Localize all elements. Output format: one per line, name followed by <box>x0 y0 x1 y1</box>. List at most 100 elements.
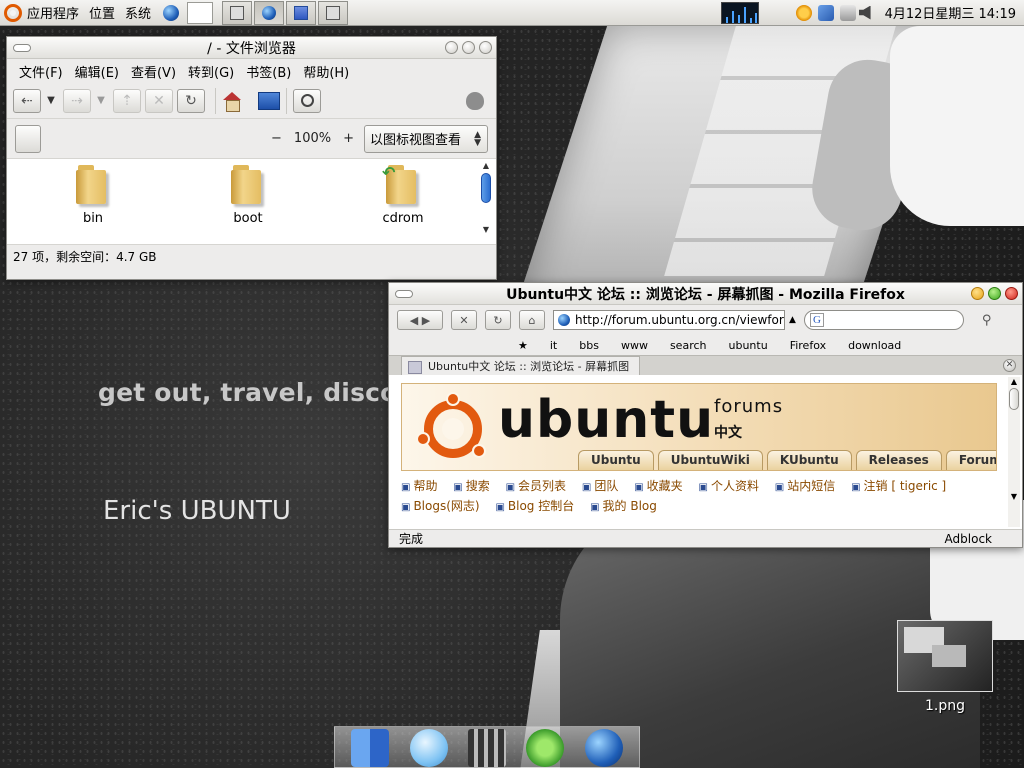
reload-button[interactable]: ↻ <box>485 310 511 330</box>
forward-history-dropdown[interactable]: ▼ <box>95 95 107 106</box>
computer-icon[interactable] <box>258 91 280 110</box>
tab-forum[interactable]: Ubuntu中文 论坛 :: 浏览论坛 - 屏幕抓图 <box>401 355 641 376</box>
zoom-out-button[interactable]: − <box>271 131 282 146</box>
menu-edit[interactable]: 编辑(E) <box>69 62 125 81</box>
home-button[interactable]: ⌂ <box>519 310 545 330</box>
maximize-button[interactable] <box>988 287 1001 300</box>
forward-button[interactable]: ⇢ <box>63 88 91 113</box>
link-memberlist[interactable]: 会员列表 <box>506 479 566 493</box>
file-item-bin[interactable]: bin <box>53 165 133 226</box>
bookmark-firefox[interactable]: Firefox <box>779 339 837 352</box>
bookmark-www[interactable]: www <box>610 339 659 352</box>
link-my-blog[interactable]: 我的 Blog <box>590 499 657 513</box>
stop-button[interactable]: ✕ <box>451 310 477 330</box>
link-messages[interactable]: 站内短信 <box>775 479 835 493</box>
close-button[interactable] <box>1005 287 1018 300</box>
adblock-status[interactable]: Adblock <box>945 532 992 546</box>
applications-menu[interactable]: 应用程序 <box>0 0 85 26</box>
bookmark-download[interactable]: download <box>837 339 912 352</box>
home-icon[interactable] <box>222 91 242 112</box>
link-profile[interactable]: 个人资料 <box>698 479 758 493</box>
minimize-button[interactable] <box>445 41 458 54</box>
search-engine-dropdown-icon[interactable]: ▲ <box>789 315 796 325</box>
bookmark-search[interactable]: search <box>659 339 718 352</box>
back-forward-button[interactable]: ◀ ▶ <box>397 310 443 330</box>
scrollbar-thumb[interactable] <box>481 173 491 203</box>
bookmark-it[interactable]: it <box>539 339 568 352</box>
banner-tab-ubuntuwiki[interactable]: UbuntuWiki <box>657 450 763 470</box>
banner-tab-forum-en[interactable]: Forum(En) <box>945 450 996 470</box>
file-manager-dock-icon[interactable] <box>351 729 390 767</box>
close-button[interactable] <box>479 41 492 54</box>
scroll-down-arrow[interactable]: ▼ <box>480 225 492 235</box>
menu-view[interactable]: 查看(V) <box>125 62 182 81</box>
system-monitor-graph[interactable] <box>720 1 759 24</box>
taskbar-document[interactable] <box>286 0 317 25</box>
taskbar-screenshot[interactable] <box>318 0 349 25</box>
link-team[interactable]: 团队 <box>582 479 618 493</box>
video-dock-icon[interactable] <box>467 729 506 767</box>
maximize-button[interactable] <box>462 41 475 54</box>
browser-dock-icon[interactable] <box>584 729 623 767</box>
back-history-dropdown[interactable]: ▼ <box>45 95 57 106</box>
music-dock-icon[interactable] <box>526 729 565 767</box>
file-browser-titlebar[interactable]: / - 文件浏览器 <box>7 37 496 59</box>
network-icon[interactable] <box>817 4 834 21</box>
close-tab-button[interactable]: ✕ <box>1003 359 1016 372</box>
menu-bookmarks[interactable]: 书签(B) <box>240 62 297 81</box>
search-button[interactable] <box>293 88 321 113</box>
bookmark-ubuntu[interactable]: ubuntu <box>718 339 779 352</box>
link-blogs[interactable]: Blogs(网志) <box>401 499 480 513</box>
banner-tab-releases[interactable]: Releases <box>855 450 942 470</box>
link-search[interactable]: 搜索 <box>453 479 489 493</box>
up-button[interactable]: ⇡ <box>113 88 141 113</box>
taskbar-firefox[interactable] <box>254 0 285 25</box>
bookmark-star[interactable]: ★ <box>507 339 539 352</box>
zoom-in-button[interactable]: + <box>343 131 354 146</box>
places-menu[interactable]: 位置 <box>85 0 121 26</box>
update-notifier-icon[interactable] <box>795 4 812 21</box>
search-input[interactable]: G <box>803 310 964 330</box>
window-menu-button[interactable] <box>13 44 31 52</box>
link-help[interactable]: 帮助 <box>401 479 437 493</box>
file-view-scrollbar[interactable]: ▲ ▼ <box>480 161 492 241</box>
link-favorites[interactable]: 收藏夹 <box>634 479 682 493</box>
menu-file[interactable]: 文件(F) <box>13 62 69 81</box>
scroll-down-arrow[interactable]: ▼ <box>1008 492 1020 501</box>
url-bar[interactable]: http://forum.ubuntu.org.cn/viewforum <box>553 310 785 330</box>
link-blog-console[interactable]: Blog 控制台 <box>495 499 574 513</box>
file-icon-view[interactable]: bin boot ↶ cdrom ▲ ▼ <box>7 159 496 245</box>
page-scrollbar[interactable]: ▲ ▼ <box>1008 377 1020 527</box>
zoom-level[interactable]: 100% <box>294 131 331 146</box>
google-icon[interactable]: G <box>809 313 824 327</box>
extension-icon[interactable]: ⚲ <box>982 313 992 328</box>
window-menu-button[interactable] <box>395 290 413 298</box>
link-logout[interactable]: 注销 [ tigeric ] <box>851 479 946 493</box>
scroll-up-arrow[interactable]: ▲ <box>480 161 492 171</box>
banner-tab-ubuntu[interactable]: Ubuntu <box>578 450 654 470</box>
menu-go[interactable]: 转到(G) <box>182 62 240 81</box>
chat-dock-icon[interactable] <box>409 729 448 767</box>
firefox-titlebar[interactable]: Ubuntu中文 论坛 :: 浏览论坛 - 屏幕抓图 - Mozilla Fir… <box>389 283 1022 305</box>
system-menu[interactable]: 系统 <box>121 0 157 26</box>
scrollbar-thumb[interactable] <box>1009 388 1019 410</box>
file-item-cdrom[interactable]: ↶ cdrom <box>363 163 443 226</box>
location-toggle-button[interactable] <box>15 124 41 153</box>
taskbar-file-browser[interactable] <box>222 0 253 25</box>
show-desktop-button[interactable] <box>187 1 214 24</box>
reload-button[interactable]: ↻ <box>177 88 205 113</box>
panel-clock[interactable]: 4月12日星期三 14:19 <box>881 3 1024 22</box>
back-button[interactable]: ⇠ <box>13 88 41 113</box>
banner-tab-kubuntu[interactable]: KUbuntu <box>766 450 852 470</box>
file-item-boot[interactable]: boot <box>208 165 288 226</box>
stop-button[interactable]: ✕ <box>145 88 173 113</box>
volume-icon[interactable] <box>858 5 871 20</box>
browser-launcher-icon[interactable] <box>163 4 180 21</box>
minimize-button[interactable] <box>971 287 984 300</box>
scroll-up-arrow[interactable]: ▲ <box>1008 377 1020 386</box>
printer-icon[interactable] <box>839 4 856 21</box>
bookmark-bbs[interactable]: bbs <box>568 339 610 352</box>
view-mode-select[interactable]: 以图标视图查看 ▲ ▼ <box>364 124 488 153</box>
desktop-file-1png[interactable]: 1.png <box>897 620 993 714</box>
menu-help[interactable]: 帮助(H) <box>297 62 355 81</box>
